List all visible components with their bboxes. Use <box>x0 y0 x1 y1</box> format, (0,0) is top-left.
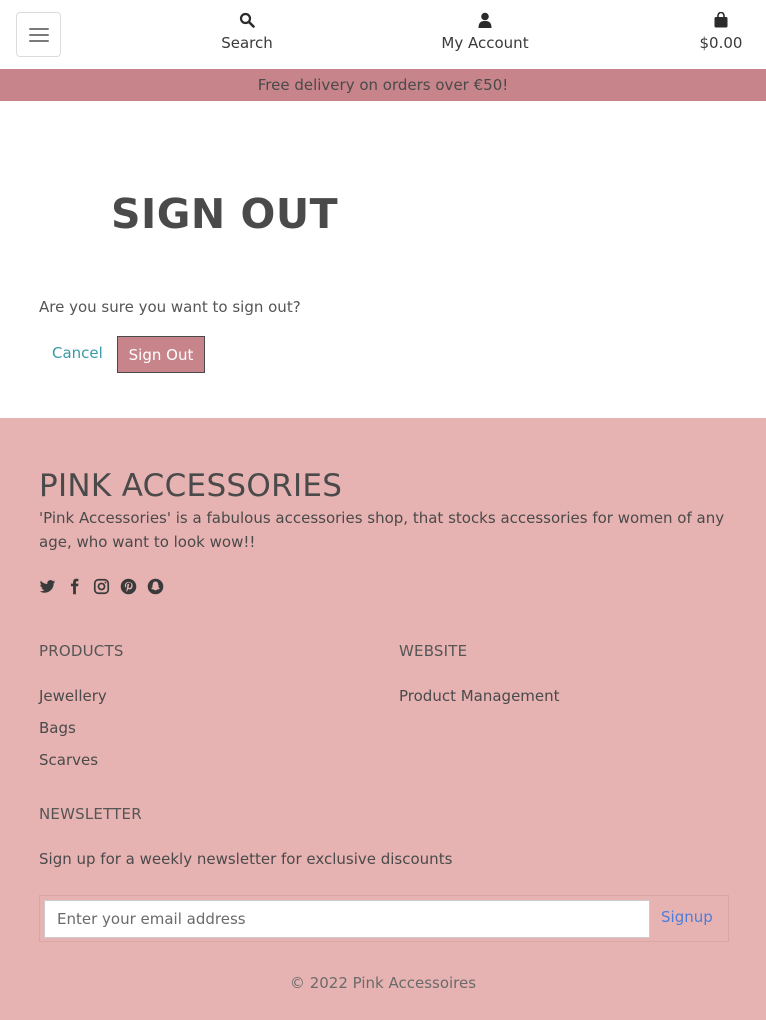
footer-brand: PINK ACCESSORIES <box>39 468 343 504</box>
footer-link-scarves[interactable]: Scarves <box>39 751 98 769</box>
user-icon <box>430 12 540 34</box>
shopping-bag-icon <box>690 11 752 34</box>
search-icon <box>212 12 282 34</box>
email-input[interactable] <box>44 900 650 938</box>
promo-banner: Free delivery on orders over €50! <box>0 69 766 101</box>
cancel-button[interactable]: Cancel <box>52 344 103 362</box>
footer-link-bags[interactable]: Bags <box>39 719 76 737</box>
search-link[interactable]: Search <box>212 12 282 52</box>
newsletter-form: Signup <box>39 895 729 942</box>
facebook-icon[interactable] <box>66 578 83 595</box>
instagram-icon[interactable] <box>93 578 110 595</box>
site-footer: PINK ACCESSORIES 'Pink Accessories' is a… <box>0 418 766 1020</box>
my-account-label: My Account <box>441 34 529 52</box>
hamburger-line <box>29 28 49 30</box>
footer-link-jewellery[interactable]: Jewellery <box>39 687 107 705</box>
footer-link-product-management[interactable]: Product Management <box>399 687 560 705</box>
search-label: Search <box>221 34 273 52</box>
sign-out-button[interactable]: Sign Out <box>117 336 205 373</box>
hamburger-menu-button[interactable] <box>16 12 61 57</box>
newsletter-heading: NEWSLETTER <box>39 805 142 823</box>
footer-description: 'Pink Accessories' is a fabulous accesso… <box>39 509 725 551</box>
pinterest-icon[interactable] <box>120 578 137 595</box>
products-heading: PRODUCTS <box>39 642 124 660</box>
signout-confirmation-text: Are you sure you want to sign out? <box>39 298 301 316</box>
hamburger-line <box>29 40 49 42</box>
copyright-text: © 2022 Pink Accessoires <box>289 974 477 992</box>
website-heading: WEBSITE <box>399 642 468 660</box>
social-links <box>39 578 164 595</box>
page-title: SIGN OUT <box>111 190 339 238</box>
hamburger-line <box>29 34 49 36</box>
cart-link[interactable]: $0.00 <box>690 11 752 52</box>
signup-button[interactable]: Signup <box>661 908 713 926</box>
my-account-link[interactable]: My Account <box>430 12 540 52</box>
top-navbar: Search My Account $0.00 <box>0 0 766 69</box>
newsletter-description: Sign up for a weekly newsletter for excl… <box>39 850 453 868</box>
twitter-icon[interactable] <box>39 578 56 595</box>
cart-total: $0.00 <box>699 34 743 52</box>
snapchat-icon[interactable] <box>147 578 164 595</box>
